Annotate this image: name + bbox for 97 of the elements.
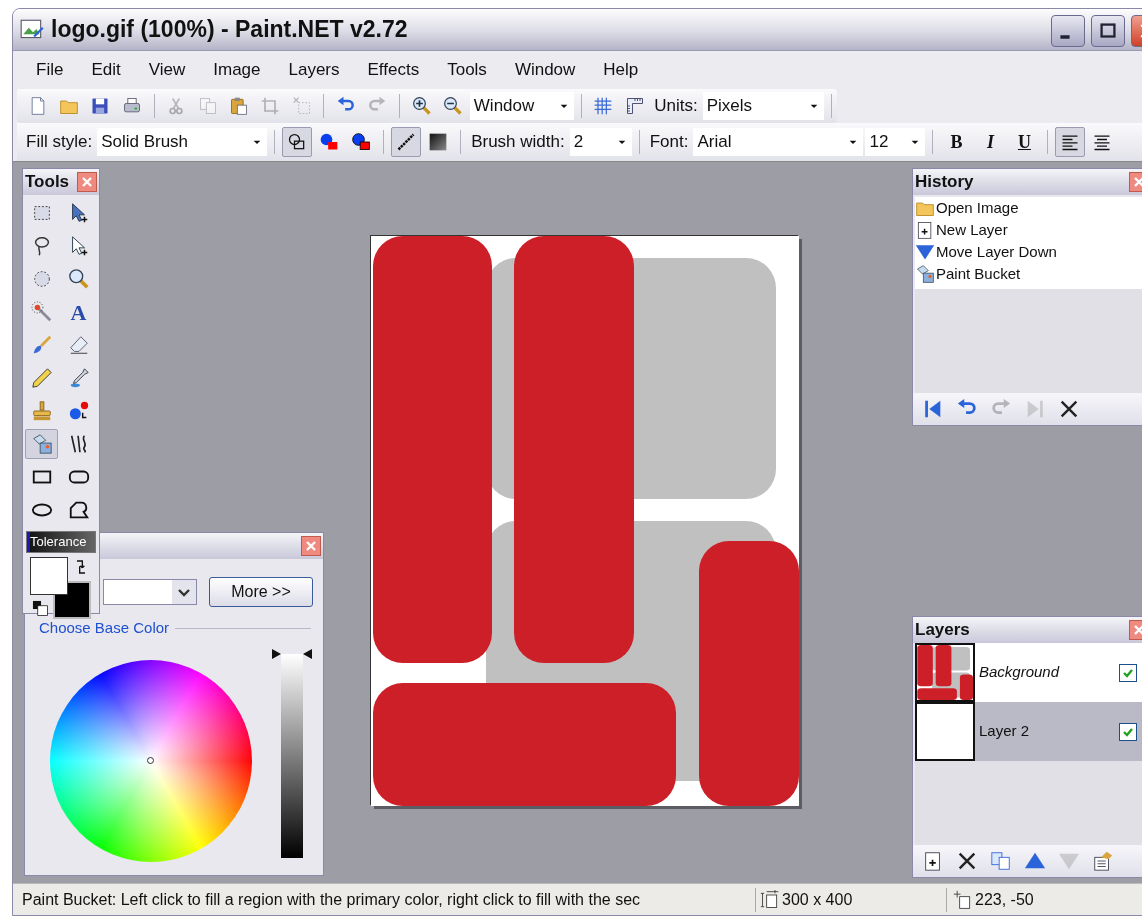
menu-item[interactable]: Image: [202, 57, 272, 83]
layer-thumbnail: [915, 702, 975, 761]
toolbar-label: Units:: [653, 95, 699, 118]
menu-item[interactable]: Help: [592, 57, 650, 83]
dropdown[interactable]: Solid Brush: [97, 128, 268, 156]
toolbar-label: Brush width:: [470, 131, 566, 154]
eraser-icon: [67, 334, 90, 356]
tolerance-slider[interactable]: Tolerance: [26, 531, 96, 553]
menu-item[interactable]: File: [25, 57, 75, 83]
gradient-square-icon: [428, 132, 449, 152]
dropdown-value: 12: [869, 131, 889, 154]
menu-item[interactable]: View: [137, 57, 197, 83]
caret-icon: [172, 580, 196, 604]
menu-item[interactable]: Layers: [277, 57, 351, 83]
slider-thumb-arrows[interactable]: [272, 648, 312, 659]
zoom-in-icon: [411, 96, 432, 116]
cursor-position-icon: [953, 889, 973, 910]
colored-dots-icon: [67, 400, 90, 422]
maximize-button[interactable]: [1091, 15, 1125, 47]
close-icon: [305, 540, 317, 552]
close-icon: [1058, 398, 1080, 420]
tool-button[interactable]: A: [62, 297, 95, 327]
ruler-icon: [624, 96, 645, 116]
menu-item[interactable]: Effects: [356, 57, 431, 83]
layer-row[interactable]: Background: [915, 643, 1142, 702]
dropdown-value: Solid Brush: [101, 131, 189, 154]
menu-item[interactable]: Window: [503, 57, 587, 83]
layer-thumbnail: [917, 645, 973, 700]
cursor-position: 223, -50: [974, 889, 1034, 910]
format-button[interactable]: B: [940, 127, 973, 157]
grid-icon: [593, 96, 614, 116]
duplicate-icon: [990, 850, 1012, 872]
format-button[interactable]: I: [974, 127, 1007, 157]
dropdown[interactable]: Arial: [693, 128, 864, 156]
magic-wand-icon: [30, 301, 53, 323]
history-item[interactable]: Open Image: [936, 196, 1019, 220]
visibility-checkbox[interactable]: [1119, 722, 1137, 741]
dropdown-value: Arial: [697, 131, 732, 154]
dropdown[interactable]: 2: [569, 128, 632, 156]
crop-icon: [260, 96, 281, 116]
clipboard-icon: [228, 96, 249, 116]
reset-colors-icon: [31, 599, 49, 617]
toolbar-button[interactable]: [282, 127, 313, 157]
dropdown-value: 2: [573, 131, 584, 154]
copy-icon: [197, 96, 218, 116]
close-icon: [81, 176, 93, 188]
status-hint: Paint Bucket: Left click to fill a region with the primary color, right click to fill with the sec: [21, 889, 642, 910]
palette-title: History: [915, 171, 974, 194]
history-item[interactable]: Move Layer Down: [936, 240, 1057, 264]
image-size-icon: [760, 889, 780, 910]
palette-title: Tools: [25, 171, 70, 194]
toolbar-label: Font:: [648, 131, 690, 154]
history-item[interactable]: New Layer: [936, 218, 1008, 242]
down-arrow-icon: [915, 242, 935, 262]
dropdown-value: Window: [473, 95, 535, 118]
paint-bucket-icon: [915, 264, 935, 284]
tolerance-label: Tolerance: [30, 533, 87, 551]
primary-color-swatch[interactable]: [30, 557, 68, 595]
dropdown[interactable]: Window: [469, 92, 574, 120]
menu-item[interactable]: Tools: [436, 57, 498, 83]
image-size: 300 x 400: [781, 889, 854, 910]
outlined-filled-shapes-icon: [351, 132, 372, 152]
menu-item[interactable]: Edit: [80, 57, 132, 83]
close-icon: [1133, 624, 1142, 636]
format-button[interactable]: U: [1008, 127, 1041, 157]
more-button[interactable]: More >>: [209, 577, 313, 607]
close-icon: [956, 850, 978, 872]
paint-bucket-icon: [30, 433, 53, 455]
layer-name: Layer 2: [978, 721, 1031, 742]
zoom-icon: [67, 268, 90, 290]
close-button[interactable]: [77, 172, 97, 192]
diagonal-line-icon: [396, 132, 417, 152]
close-button[interactable]: [301, 536, 321, 556]
palette-title: Layers: [915, 619, 970, 642]
layer-name: Background: [978, 662, 1061, 683]
dropdown[interactable]: Pixels: [702, 92, 825, 120]
dropdown-value: Pixels: [706, 95, 753, 118]
visibility-checkbox[interactable]: [1119, 663, 1137, 682]
color-dropdown[interactable]: [103, 579, 197, 605]
deselect-icon: [291, 96, 312, 116]
pencil-icon: [30, 367, 53, 389]
history-item[interactable]: Paint Bucket: [936, 262, 1021, 286]
properties-icon: [1092, 850, 1114, 872]
dropdown[interactable]: 12: [865, 128, 926, 156]
toolbar-button[interactable]: [1055, 127, 1086, 157]
zoom-out-icon: [443, 96, 464, 116]
filled-shapes-icon: [319, 132, 340, 152]
toolbar-label: Fill style:: [25, 131, 94, 154]
minimize-icon: [1060, 35, 1070, 39]
freeform-shape-icon: [67, 499, 90, 521]
toolbar-button[interactable]: [391, 127, 422, 157]
stamp-icon: [30, 400, 53, 422]
close-icon: [1133, 176, 1142, 188]
layer-row[interactable]: Layer 2: [915, 702, 1142, 761]
choose-base-color-link[interactable]: Choose Base Color: [39, 617, 170, 640]
minimize-button[interactable]: [1051, 15, 1085, 47]
window-title: logo.gif (100%) - Paint.NET v2.72: [51, 15, 408, 45]
